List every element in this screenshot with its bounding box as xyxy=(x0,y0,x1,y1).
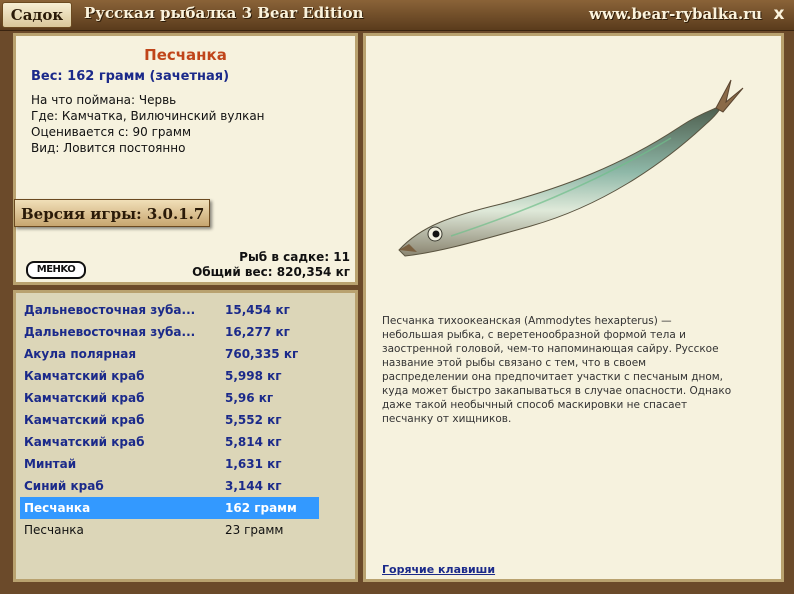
list-item[interactable]: Минтай 1,631 кг xyxy=(20,453,320,475)
close-button[interactable]: x xyxy=(770,3,788,25)
list-item-weight: 162 грамм xyxy=(225,501,297,515)
list-item-name: Синий краб xyxy=(24,479,104,493)
app-title: Русская рыбалка 3 Bear Edition xyxy=(84,4,364,22)
list-item-weight: 3,144 кг xyxy=(225,479,282,493)
kind-line: Вид: Ловится постоянно xyxy=(31,141,186,155)
fish-detail-panel: Песчанка тихоокеанская (Ammodytes hexapt… xyxy=(363,33,784,582)
site-url-link[interactable]: www.bear-rybalka.ru xyxy=(589,5,762,23)
sadok-button[interactable]: Садок xyxy=(2,2,72,28)
list-item-name: Камчатский краб xyxy=(24,413,145,427)
list-item-weight: 1,631 кг xyxy=(225,457,282,471)
list-item[interactable]: Дальневосточная зуба... 15,454 кг xyxy=(20,299,320,321)
list-item-name: Камчатский краб xyxy=(24,391,145,405)
fish-name: Песчанка xyxy=(144,46,227,64)
list-item[interactable]: Камчатский краб 5,552 кг xyxy=(20,409,320,431)
catch-list-panel: Дальневосточная зуба... 15,454 кг Дальне… xyxy=(13,290,358,582)
menko-logo: MEHKO xyxy=(26,261,86,279)
list-item[interactable]: Камчатский краб 5,998 кг xyxy=(20,365,320,387)
list-item-name: Песчанка xyxy=(24,501,91,515)
list-item-name: Дальневосточная зуба... xyxy=(24,325,196,339)
list-item[interactable]: Синий краб 3,144 кг xyxy=(20,475,320,497)
list-item-weight: 16,277 кг xyxy=(225,325,290,339)
fish-count: Рыб в садке: 11 xyxy=(239,250,350,264)
sand-lance-fish-image xyxy=(398,79,744,257)
list-item[interactable]: Дальневосточная зуба... 16,277 кг xyxy=(20,321,320,343)
list-item-weight: 5,814 кг xyxy=(225,435,282,449)
title-bar: Садок Русская рыбалка 3 Bear Edition www… xyxy=(0,0,794,31)
list-item-weight: 5,96 кг xyxy=(225,391,274,405)
list-item-name: Камчатский краб xyxy=(24,369,145,383)
list-item[interactable]: Акула полярная 760,335 кг xyxy=(20,343,320,365)
total-weight: Общий вес: 820,354 кг xyxy=(192,265,350,279)
hotkeys-link[interactable]: Горячие клавиши xyxy=(382,563,495,576)
list-item-name: Песчанка xyxy=(24,523,84,537)
list-item-weight: 5,552 кг xyxy=(225,413,282,427)
list-item-weight: 5,998 кг xyxy=(225,369,282,383)
list-item-name: Акула полярная xyxy=(24,347,137,361)
list-item[interactable]: Камчатский краб 5,96 кг xyxy=(20,387,320,409)
list-item[interactable]: Камчатский краб 5,814 кг xyxy=(20,431,320,453)
catch-list: Дальневосточная зуба... 15,454 кг Дальне… xyxy=(20,299,320,541)
fish-info-panel: Песчанка Вес: 162 грамм (зачетная) На чт… xyxy=(13,33,358,285)
fish-description: Песчанка тихоокеанская (Ammodytes hexapt… xyxy=(382,315,732,425)
fish-weight: Вес: 162 грамм (зачетная) xyxy=(31,69,230,84)
valued-line: Оценивается с: 90 грамм xyxy=(31,125,191,139)
list-item-name: Минтай xyxy=(24,457,77,471)
list-item-name: Дальневосточная зуба... xyxy=(24,303,196,317)
list-item-selected[interactable]: Песчанка 162 грамм xyxy=(20,497,319,519)
list-item-weight: 760,335 кг xyxy=(225,347,299,361)
game-version-badge: Версия игры: 3.0.1.7 xyxy=(14,199,210,227)
bait-line: На что поймана: Червь xyxy=(31,93,177,107)
list-item[interactable]: Песчанка 23 грамм xyxy=(20,519,320,541)
list-item-weight: 23 грамм xyxy=(225,523,284,537)
location-line: Где: Камчатка, Вилючинский вулкан xyxy=(31,109,265,123)
list-item-name: Камчатский краб xyxy=(24,435,145,449)
list-item-weight: 15,454 кг xyxy=(225,303,290,317)
